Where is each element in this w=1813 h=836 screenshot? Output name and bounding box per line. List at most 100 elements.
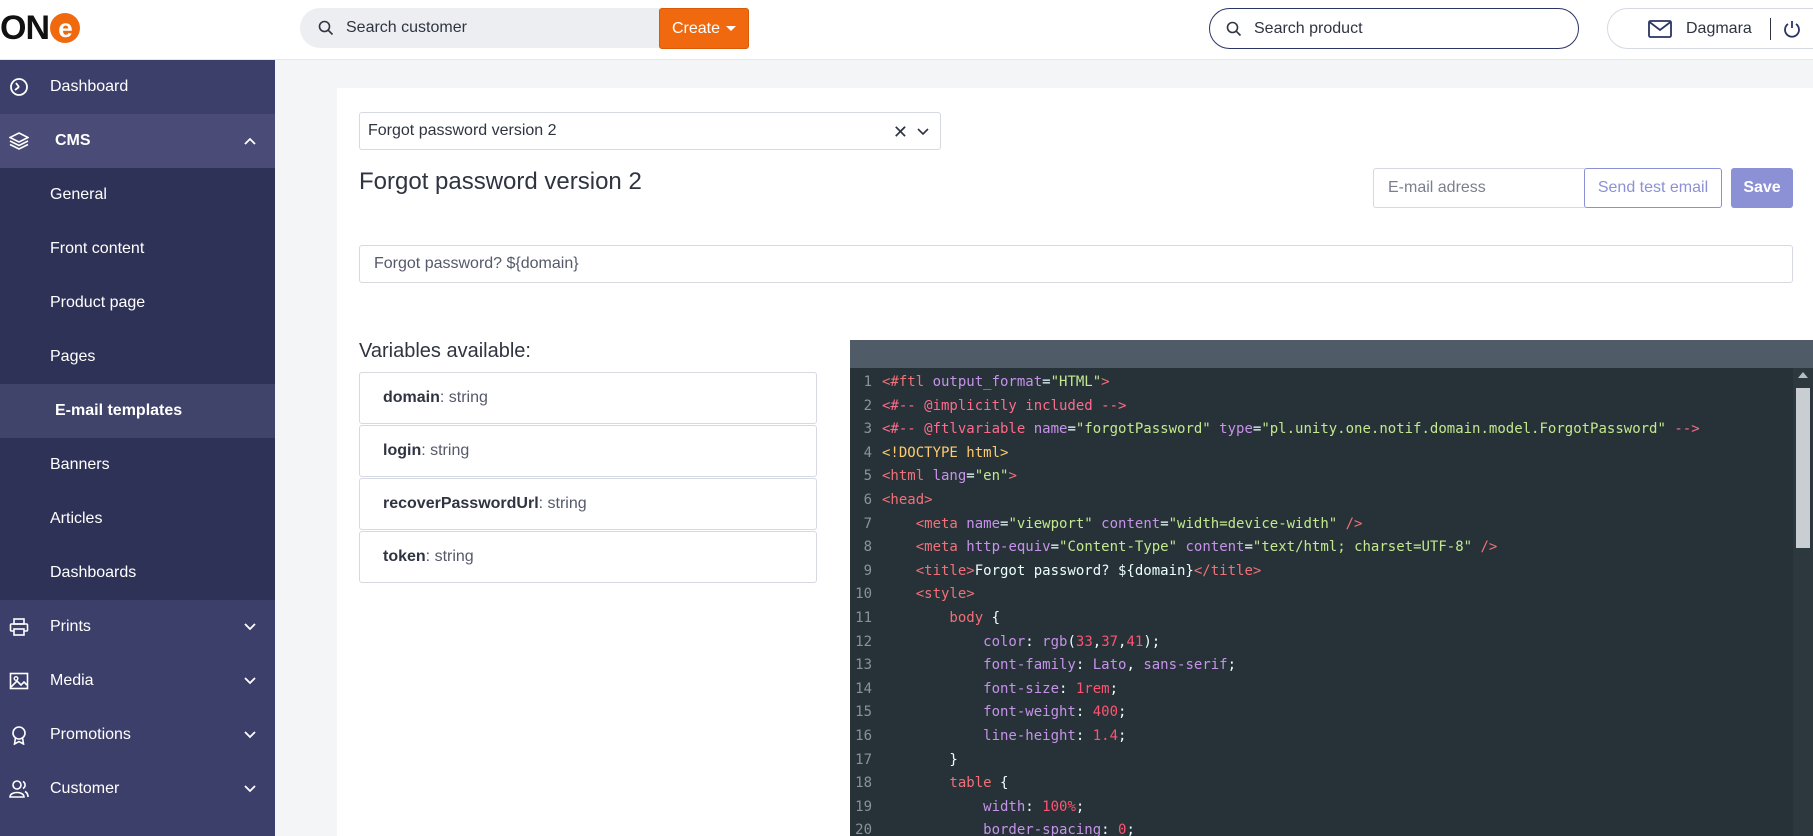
code-text: width: 100%;	[882, 798, 1085, 815]
sidebar-item-cms[interactable]: CMS	[0, 114, 275, 168]
code-text: font-size: 1rem;	[882, 680, 1119, 697]
variables-title: Variables available:	[359, 340, 531, 362]
variable-name: token	[383, 548, 426, 565]
create-label: Create	[671, 19, 721, 37]
award-icon	[12, 726, 26, 745]
user-name: Dagmara	[1686, 19, 1752, 37]
search-product-input[interactable]: Search product	[1209, 8, 1579, 49]
code-line: 19 width: 100%;	[850, 796, 1793, 820]
sidebar-item-label: Customer	[50, 780, 120, 797]
template-select[interactable]: Forgot password version 2 ✕	[359, 112, 941, 150]
save-button[interactable]: Save	[1731, 168, 1793, 208]
template-select-value: Forgot password version 2	[368, 122, 557, 139]
sidebar-item-dashboards[interactable]: Dashboards	[0, 546, 275, 600]
code-text: }	[882, 751, 958, 768]
editor-toolbar	[850, 340, 1813, 368]
code-editor[interactable]: 1 <#ftl output_format="HTML"> 2 <#-- @impli…	[850, 340, 1813, 836]
logo-text: ON	[0, 8, 50, 47]
topbar: ON e Search customer Create Search produc…	[0, 0, 1813, 60]
code-text: <#-- @ftlvariable name="forgotPassword" …	[882, 421, 1700, 438]
line-number: 4	[863, 444, 872, 461]
variable-type: : string	[421, 442, 470, 459]
chevron-down-icon	[244, 677, 256, 685]
page-title: Forgot password version 2	[359, 168, 642, 195]
code-line: 10 <style>	[850, 583, 1793, 607]
code-line: 11 body {	[850, 607, 1793, 631]
code-line: 13 font-family: Lato, sans-serif;	[850, 654, 1793, 678]
sidebar-item-label: Banners	[50, 456, 110, 473]
line-number: 18	[855, 775, 872, 792]
search-icon	[318, 20, 334, 36]
code-text: <style>	[882, 586, 975, 603]
code-line: 7 <meta name="viewport" content="width=d…	[850, 513, 1793, 537]
scrollbar[interactable]	[1793, 368, 1813, 836]
sidebar-item-articles[interactable]: Articles	[0, 492, 275, 546]
code-line: 4 <!DOCTYPE html>	[850, 442, 1793, 466]
scroll-up-icon[interactable]	[1798, 372, 1808, 378]
subject-input[interactable]: Forgot password? ${domain}	[359, 245, 1793, 283]
line-number: 12	[855, 633, 872, 650]
code-line: 9 <title>Forgot password? ${domain}</tit…	[850, 560, 1793, 584]
mail-icon[interactable]	[1648, 19, 1672, 38]
sidebar-item-label: Front content	[50, 240, 145, 257]
list-item: login: string	[359, 425, 817, 477]
scroll-thumb[interactable]	[1796, 388, 1810, 548]
clear-icon[interactable]: ✕	[893, 122, 908, 143]
sidebar-item-label: Dashboards	[50, 564, 137, 581]
image-icon	[9, 672, 29, 690]
variable-type: : string	[425, 548, 474, 565]
sidebar-item-dashboard[interactable]: Dashboard	[0, 60, 275, 114]
chevron-down-icon[interactable]	[916, 125, 930, 139]
code-line: 14 font-size: 1rem;	[850, 678, 1793, 702]
email-input[interactable]: E-mail adress	[1373, 168, 1585, 208]
create-button[interactable]: Create	[659, 8, 749, 49]
code-area[interactable]: 1 <#ftl output_format="HTML"> 2 <#-- @impli…	[850, 368, 1793, 836]
code-line: 18 table {	[850, 772, 1793, 796]
sidebar-item-pages[interactable]: Pages	[0, 330, 275, 384]
code-line: 3 <#-- @ftlvariable name="forgotPassword"…	[850, 418, 1793, 442]
sidebar-item-label: Media	[50, 672, 94, 689]
sidebar-item-front-content[interactable]: Front content	[0, 222, 275, 276]
line-number: 3	[863, 421, 872, 438]
sidebar-item-media[interactable]: Media	[0, 654, 275, 708]
chevron-up-icon	[244, 137, 256, 145]
sidebar-item-prints[interactable]: Prints	[0, 600, 275, 654]
code-line: 20 border-spacing: 0;	[850, 819, 1793, 836]
sidebar-item-email-templates[interactable]: E-mail templates	[0, 384, 275, 438]
code-text: <!DOCTYPE html>	[882, 444, 1009, 461]
line-number: 20	[855, 822, 872, 836]
user-menu[interactable]: Dagmara	[1607, 8, 1813, 49]
variable-type: : string	[439, 389, 488, 406]
line-number: 16	[855, 727, 872, 744]
caret-down-icon	[726, 26, 737, 31]
list-item: recoverPasswordUrl: string	[359, 478, 817, 530]
power-icon[interactable]	[1783, 20, 1801, 38]
sidebar-item-banners[interactable]: Banners	[0, 438, 275, 492]
line-number: 13	[855, 657, 872, 674]
search-customer-input[interactable]: Search customer	[300, 8, 660, 48]
code-text: <html lang="en">	[882, 468, 1017, 485]
sidebar-item-general[interactable]: General	[0, 168, 275, 222]
sidebar: Dashboard CMS General Front content Prod…	[0, 60, 275, 836]
line-number: 8	[863, 539, 872, 556]
send-test-email-button[interactable]: Send test email	[1584, 168, 1722, 208]
dashboard-icon	[10, 78, 28, 96]
line-number: 10	[855, 586, 872, 603]
sidebar-item-label: Prints	[50, 618, 91, 635]
code-text: font-family: Lato, sans-serif;	[882, 657, 1237, 674]
app-logo[interactable]: ON e	[0, 8, 80, 48]
code-line: 5 <html lang="en">	[850, 465, 1793, 489]
code-text: color: rgb(33,37,41);	[882, 633, 1161, 650]
search-icon	[1226, 21, 1242, 36]
sidebar-item-promotions[interactable]: Promotions	[0, 708, 275, 762]
code-line: 16 line-height: 1.4;	[850, 725, 1793, 749]
code-text: <meta name="viewport" content="width=dev…	[882, 515, 1363, 532]
cms-submenu: General Front content Product page Pages…	[0, 168, 275, 600]
layers-icon	[9, 132, 29, 150]
code-line: 12 color: rgb(33,37,41);	[850, 631, 1793, 655]
code-text: <head>	[882, 491, 933, 508]
line-number: 7	[863, 515, 872, 532]
sidebar-item-label: Pages	[50, 348, 96, 365]
sidebar-item-product-page[interactable]: Product page	[0, 276, 275, 330]
sidebar-item-customer[interactable]: Customer	[0, 762, 275, 816]
